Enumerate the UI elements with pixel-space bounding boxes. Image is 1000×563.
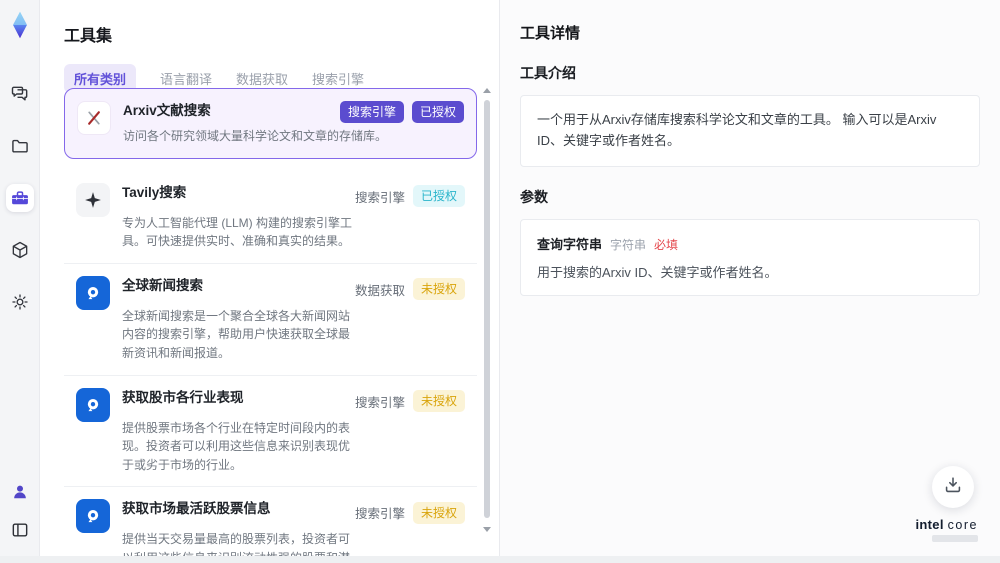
tool-name: Arxiv文献搜索: [123, 103, 211, 118]
sidebar-item-chat[interactable]: [6, 80, 34, 108]
news-app-icon: [76, 499, 110, 534]
intel-core-logo: intel core: [916, 517, 978, 542]
tool-description: 全球新闻搜索是一个聚合全球各大新闻网站内容的搜索引擎，帮助用户快速获取全球最新资…: [122, 308, 351, 360]
download-icon: [942, 474, 964, 501]
tool-description: 提供当天交易量最高的股票列表，投资者可以利用这些信息来识别流动性强的股票和潜在的…: [122, 532, 351, 556]
news-app-icon: [76, 275, 110, 310]
scrollbar-thumb[interactable]: [484, 100, 490, 518]
tool-card-arxiv[interactable]: Arxiv文献搜索 搜索引擎 已授权 访问各个研究领域大量科学论文和文章的存储库…: [64, 88, 477, 159]
tool-description: 访问各个研究领域大量科学论文和文章的存储库。: [123, 129, 388, 143]
details-title: 工具详情: [520, 25, 581, 42]
folder-icon: [10, 136, 30, 156]
sidebar-item-settings[interactable]: [6, 288, 34, 316]
tool-name: 获取股市各行业表现: [122, 389, 244, 405]
category-badge: 搜索引擎: [339, 101, 404, 123]
brand-core-text: core: [947, 518, 978, 532]
tool-description: 专为人工智能代理 (LLM) 构建的搜索引擎工具。可快速提供实时、准确和真实的结…: [122, 215, 353, 249]
tool-card-sector-performance[interactable]: 获取股市各行业表现 搜索引擎 未授权 提供股票市场各个行业在特定时间段内的表现。…: [64, 375, 477, 488]
category-label: 数据获取: [354, 283, 405, 298]
auth-status-badge: 未授权: [412, 501, 465, 524]
intro-box: 一个用于从Arxiv存储库搜索科学论文和文章的工具。 输入可以是Arxiv ID…: [520, 95, 980, 167]
download-button[interactable]: [932, 466, 974, 508]
tab-language-translation[interactable]: 语言翻译: [160, 69, 212, 88]
scroll-up-arrow-icon[interactable]: [483, 88, 491, 93]
tool-list: Arxiv文献搜索 搜索引擎 已授权 访问各个研究领域大量科学论文和文章的存储库…: [64, 88, 477, 556]
sidebar-item-files[interactable]: [6, 132, 34, 160]
scrollbar[interactable]: [483, 88, 491, 546]
tavily-star-icon: [76, 182, 110, 217]
chat-icon: [10, 84, 30, 104]
tool-name: 获取市场最活跃股票信息: [122, 501, 271, 517]
page-title: 工具集: [64, 28, 113, 45]
gear-icon: [10, 292, 30, 312]
params-heading: 参数: [520, 188, 548, 205]
param-required-flag: 必填: [654, 237, 679, 252]
auth-status-badge: 未授权: [412, 390, 465, 413]
sidebar-collapse-toggle[interactable]: [6, 516, 34, 544]
tool-name: 全球新闻搜索: [122, 277, 203, 293]
auth-status-badge: 已授权: [412, 185, 465, 208]
cube-icon: [10, 240, 30, 260]
intro-heading: 工具介绍: [520, 65, 576, 81]
sidebar-item-packages[interactable]: [6, 236, 34, 264]
tool-card-global-news[interactable]: 全球新闻搜索 数据获取 未授权 全球新闻搜索是一个聚合全球各大新闻网站内容的搜索…: [64, 263, 477, 376]
sidebar-item-account[interactable]: [6, 478, 34, 506]
app-logo-icon: [6, 10, 34, 40]
param-description: 用于搜索的Arxiv ID、关键字或作者姓名。: [537, 264, 778, 280]
user-avatar-icon: [10, 482, 30, 502]
tool-description: 提供股票市场各个行业在特定时间段内的表现。投资者可以利用这些信息来识别表现优于或…: [122, 420, 351, 472]
category-label: 搜索引擎: [354, 507, 405, 522]
sidebar-nav: [5, 40, 34, 316]
param-type: 字符串: [610, 237, 647, 252]
tool-card-tavily[interactable]: Tavily搜索 搜索引擎 已授权 专为人工智能代理 (LLM) 构建的搜索引擎…: [64, 170, 477, 264]
sidebar-bottom: [6, 478, 34, 544]
arxiv-logo-icon: [77, 101, 111, 135]
scroll-down-arrow-icon[interactable]: [483, 527, 491, 532]
intro-text: 一个用于从Arxiv存储库搜索科学论文和文章的工具。 输入可以是Arxiv ID…: [537, 112, 937, 148]
panel-toggle-icon: [10, 520, 30, 540]
tool-card-active-stocks[interactable]: 获取市场最活跃股票信息 搜索引擎 未授权 提供当天交易量最高的股票列表，投资者可…: [64, 487, 477, 556]
tools-panel: 工具集 所有类别 语言翻译 数据获取 搜索引擎 Arxiv文献搜索 搜索引擎 已…: [40, 0, 500, 556]
sidebar-item-tools[interactable]: [5, 184, 34, 212]
brand-sub-mark: [932, 535, 978, 542]
tool-name: Tavily搜索: [122, 184, 187, 200]
auth-status-badge: 已授权: [411, 101, 464, 123]
tool-details-panel: 工具详情 工具介绍 一个用于从Arxiv存储库搜索科学论文和文章的工具。 输入可…: [500, 0, 1000, 556]
auth-status-badge: 未授权: [412, 278, 465, 301]
briefcase-icon: [10, 188, 30, 208]
brand-intel-text: intel: [915, 517, 944, 532]
tab-search-engine[interactable]: 搜索引擎: [312, 69, 364, 88]
sidebar: [0, 0, 40, 556]
app-window: 工具集 所有类别 语言翻译 数据获取 搜索引擎 Arxiv文献搜索 搜索引擎 已…: [0, 0, 1000, 556]
category-label: 搜索引擎: [354, 395, 405, 410]
tab-data-fetch[interactable]: 数据获取: [236, 69, 288, 88]
news-app-icon: [76, 387, 110, 422]
param-name: 查询字符串: [537, 236, 603, 252]
category-label: 搜索引擎: [354, 190, 405, 205]
param-box: 查询字符串 字符串 必填 用于搜索的Arxiv ID、关键字或作者姓名。: [520, 218, 980, 296]
